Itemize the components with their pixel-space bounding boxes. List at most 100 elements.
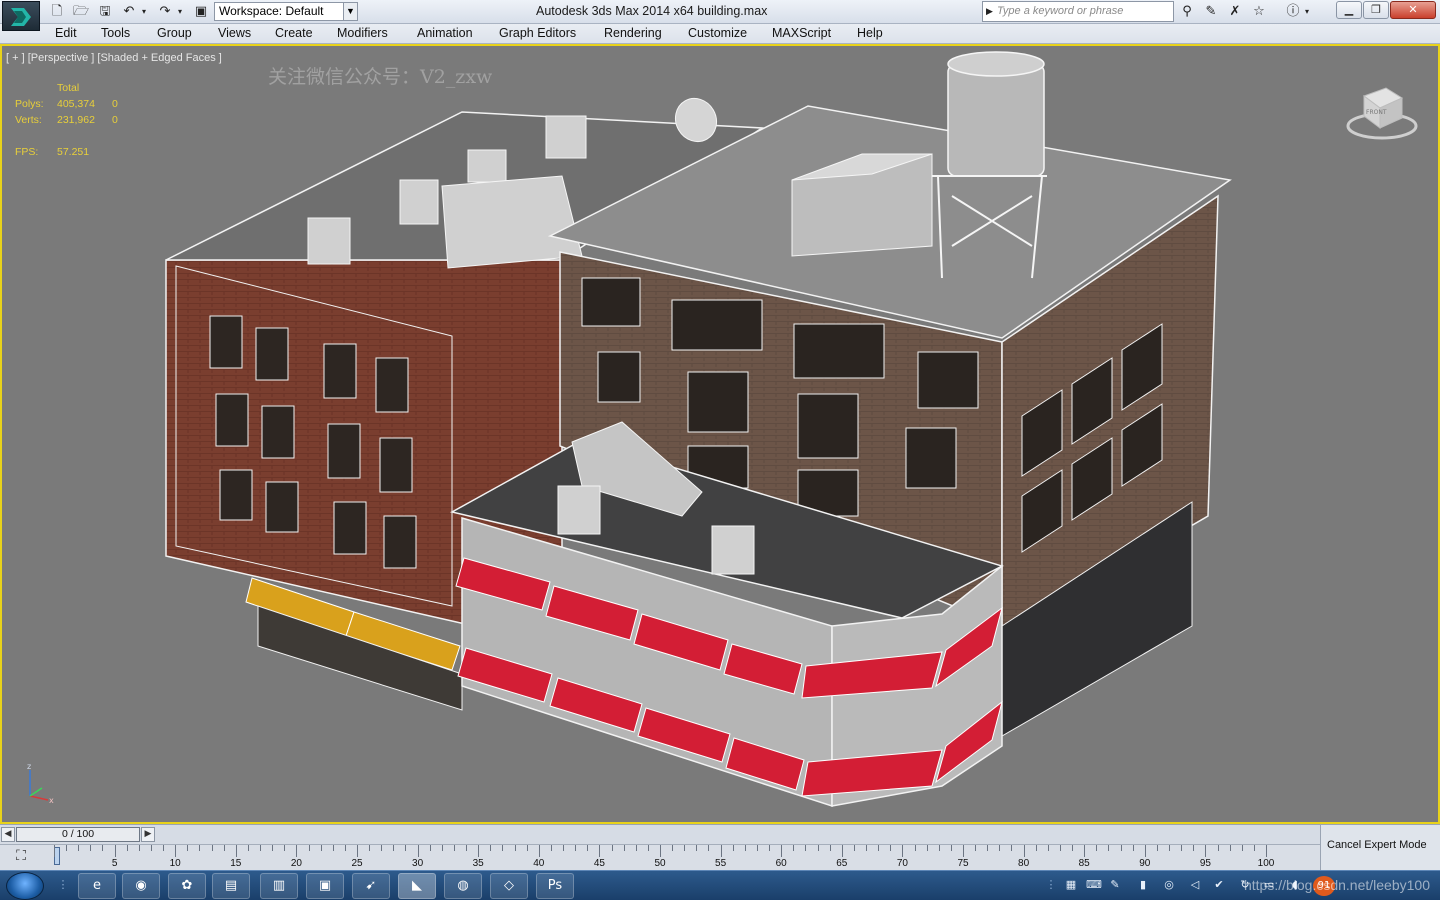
menu-edit[interactable]: Edit [55, 26, 77, 40]
frame-tick [975, 845, 977, 851]
curve-editor-mini-icon[interactable]: ⛶ [10, 848, 32, 868]
taskbar-3dsmax-icon[interactable]: ◣ [398, 873, 436, 899]
frame-tick [284, 845, 286, 851]
tray-document-icon[interactable]: ▦ [1064, 878, 1078, 892]
undo-icon[interactable]: ↶ [120, 3, 138, 21]
frame-tick [223, 845, 225, 851]
frame-tick [720, 845, 722, 857]
frame-tick [841, 845, 843, 857]
next-frame-arrow-icon[interactable]: ▶ [141, 827, 155, 842]
redo-icon[interactable]: ↷ [156, 3, 174, 21]
frame-tick [1072, 845, 1074, 851]
perspective-viewport[interactable]: [ + ] [Perspective ] [Shaded + Edged Fac… [0, 44, 1440, 824]
frame-tick-label: 85 [1078, 858, 1090, 869]
frame-tick [684, 845, 686, 851]
time-slider[interactable]: ◀ 0 / 100 ▶ [0, 824, 1320, 844]
frame-tick [260, 845, 262, 851]
app-logo-button[interactable] [2, 1, 40, 31]
tray-security-icon[interactable]: ✔ [1212, 878, 1226, 892]
project-folder-icon[interactable]: ▣ [192, 3, 210, 21]
frame-tick [405, 845, 407, 851]
frame-tick [66, 845, 68, 851]
taskbar-browser-icon[interactable]: ◍ [444, 873, 482, 899]
tray-network-app-icon[interactable]: ◎ [1162, 878, 1176, 892]
frame-tick [1035, 845, 1037, 851]
expert-mode-panel: Cancel Expert Mode [1320, 824, 1440, 870]
taskbar-iqiyi-icon[interactable]: ▣ [306, 873, 344, 899]
frame-tick [950, 845, 952, 851]
frame-tick [369, 845, 371, 851]
frame-tick [805, 845, 807, 851]
maximize-button[interactable]: ❐ [1363, 1, 1389, 19]
close-button[interactable]: ✕ [1390, 1, 1436, 19]
favorites-star-icon[interactable]: ☆ [1250, 3, 1268, 21]
frame-tick [1241, 845, 1243, 851]
taskbar-qq-icon[interactable]: ✿ [168, 873, 206, 899]
frame-tick-label: 75 [957, 858, 969, 869]
frame-tick [502, 845, 504, 851]
tray-keyboard-icon[interactable]: ⌨ [1086, 878, 1102, 892]
taskbar-chart-app-icon[interactable]: ▥ [260, 873, 298, 899]
search-input[interactable]: ▶ Type a keyword or phrase [982, 1, 1174, 22]
track-bar[interactable]: ⛶ 5 10 15 20 25 30 35 40 45 50 55 60 65 70 75 80 85 90 95 1… [0, 844, 1320, 870]
taskbar-chrome-icon[interactable]: ◉ [122, 873, 160, 899]
menu-create[interactable]: Create [275, 26, 313, 40]
frame-tick [357, 845, 358, 857]
frame-tick [866, 845, 868, 851]
menu-rendering[interactable]: Rendering [604, 26, 662, 40]
frame-tick [1096, 845, 1098, 851]
redo-dropdown-icon[interactable]: ▾ [174, 3, 186, 21]
frame-tick [1120, 845, 1122, 851]
frame-tick [1217, 845, 1219, 851]
help-dropdown-icon[interactable]: ▾ [1302, 3, 1312, 21]
menu-tools[interactable]: Tools [101, 26, 130, 40]
start-button[interactable] [6, 872, 44, 900]
menu-modifiers[interactable]: Modifiers [337, 26, 388, 40]
chevron-down-icon: ▼ [343, 3, 357, 20]
communication-center-icon[interactable]: ✎ [1202, 3, 1220, 21]
new-file-icon[interactable]: 🗋 [48, 3, 66, 21]
frame-tick-label: 55 [715, 858, 727, 869]
viewcube[interactable]: FRONT [1346, 82, 1418, 146]
tray-input-method-icon[interactable]: ✎ [1108, 878, 1122, 892]
taskbar-vs-icon[interactable]: ◇ [490, 873, 528, 899]
frame-tick [623, 845, 625, 851]
save-file-icon[interactable]: 🖫 [96, 3, 114, 21]
frame-tick [466, 845, 468, 851]
taskbar-photoshop-icon[interactable]: Ps [536, 873, 574, 899]
workspace-select[interactable]: Workspace: Default ▼ [214, 2, 358, 21]
tray-arrow-icon[interactable]: ◁ [1188, 878, 1202, 892]
menu-maxscript[interactable]: MAXScript [772, 26, 831, 40]
taskbar-grip-icon: ⋮ [57, 878, 69, 891]
frame-tick [441, 845, 443, 851]
time-slider-thumb[interactable]: 0 / 100 [16, 827, 140, 842]
minimize-button[interactable]: ▁ [1336, 1, 1362, 19]
frame-tick [744, 845, 746, 851]
building-model[interactable] [2, 46, 1440, 824]
menu-customize[interactable]: Customize [688, 26, 747, 40]
tray-battery-icon[interactable]: ▮ [1136, 878, 1150, 892]
open-file-icon[interactable]: 🗁 [72, 3, 90, 21]
svg-text:z: z [27, 762, 31, 771]
menu-animation[interactable]: Animation [417, 26, 473, 40]
menu-group[interactable]: Group [157, 26, 192, 40]
undo-dropdown-icon[interactable]: ▾ [138, 3, 150, 21]
menu-help[interactable]: Help [857, 26, 883, 40]
frame-tick-label: 25 [351, 858, 363, 869]
prev-frame-arrow-icon[interactable]: ◀ [1, 827, 15, 842]
taskbar-ie-icon[interactable]: e [78, 873, 116, 899]
frame-tick-label: 70 [896, 858, 908, 869]
frame-ruler[interactable]: 5 10 15 20 25 30 35 40 45 50 55 60 65 70 75 80 85 90 95 100 [54, 845, 1274, 871]
frame-tick [672, 845, 674, 851]
help-icon[interactable]: ⓘ [1284, 3, 1302, 21]
search-expand-icon[interactable]: ▶ [986, 2, 993, 21]
subscription-icon[interactable]: ✗ [1226, 3, 1244, 21]
frame-tick [647, 845, 649, 851]
taskbar-explorer-icon[interactable]: ▤ [212, 873, 250, 899]
frame-tick-label: 20 [290, 858, 302, 869]
cancel-expert-mode-button[interactable]: Cancel Expert Mode [1327, 839, 1427, 851]
menu-graph-editors[interactable]: Graph Editors [499, 26, 576, 40]
menu-views[interactable]: Views [218, 26, 251, 40]
taskbar-feather-icon[interactable]: ➹ [352, 873, 390, 899]
binoculars-icon[interactable]: ⚲ [1178, 3, 1196, 21]
